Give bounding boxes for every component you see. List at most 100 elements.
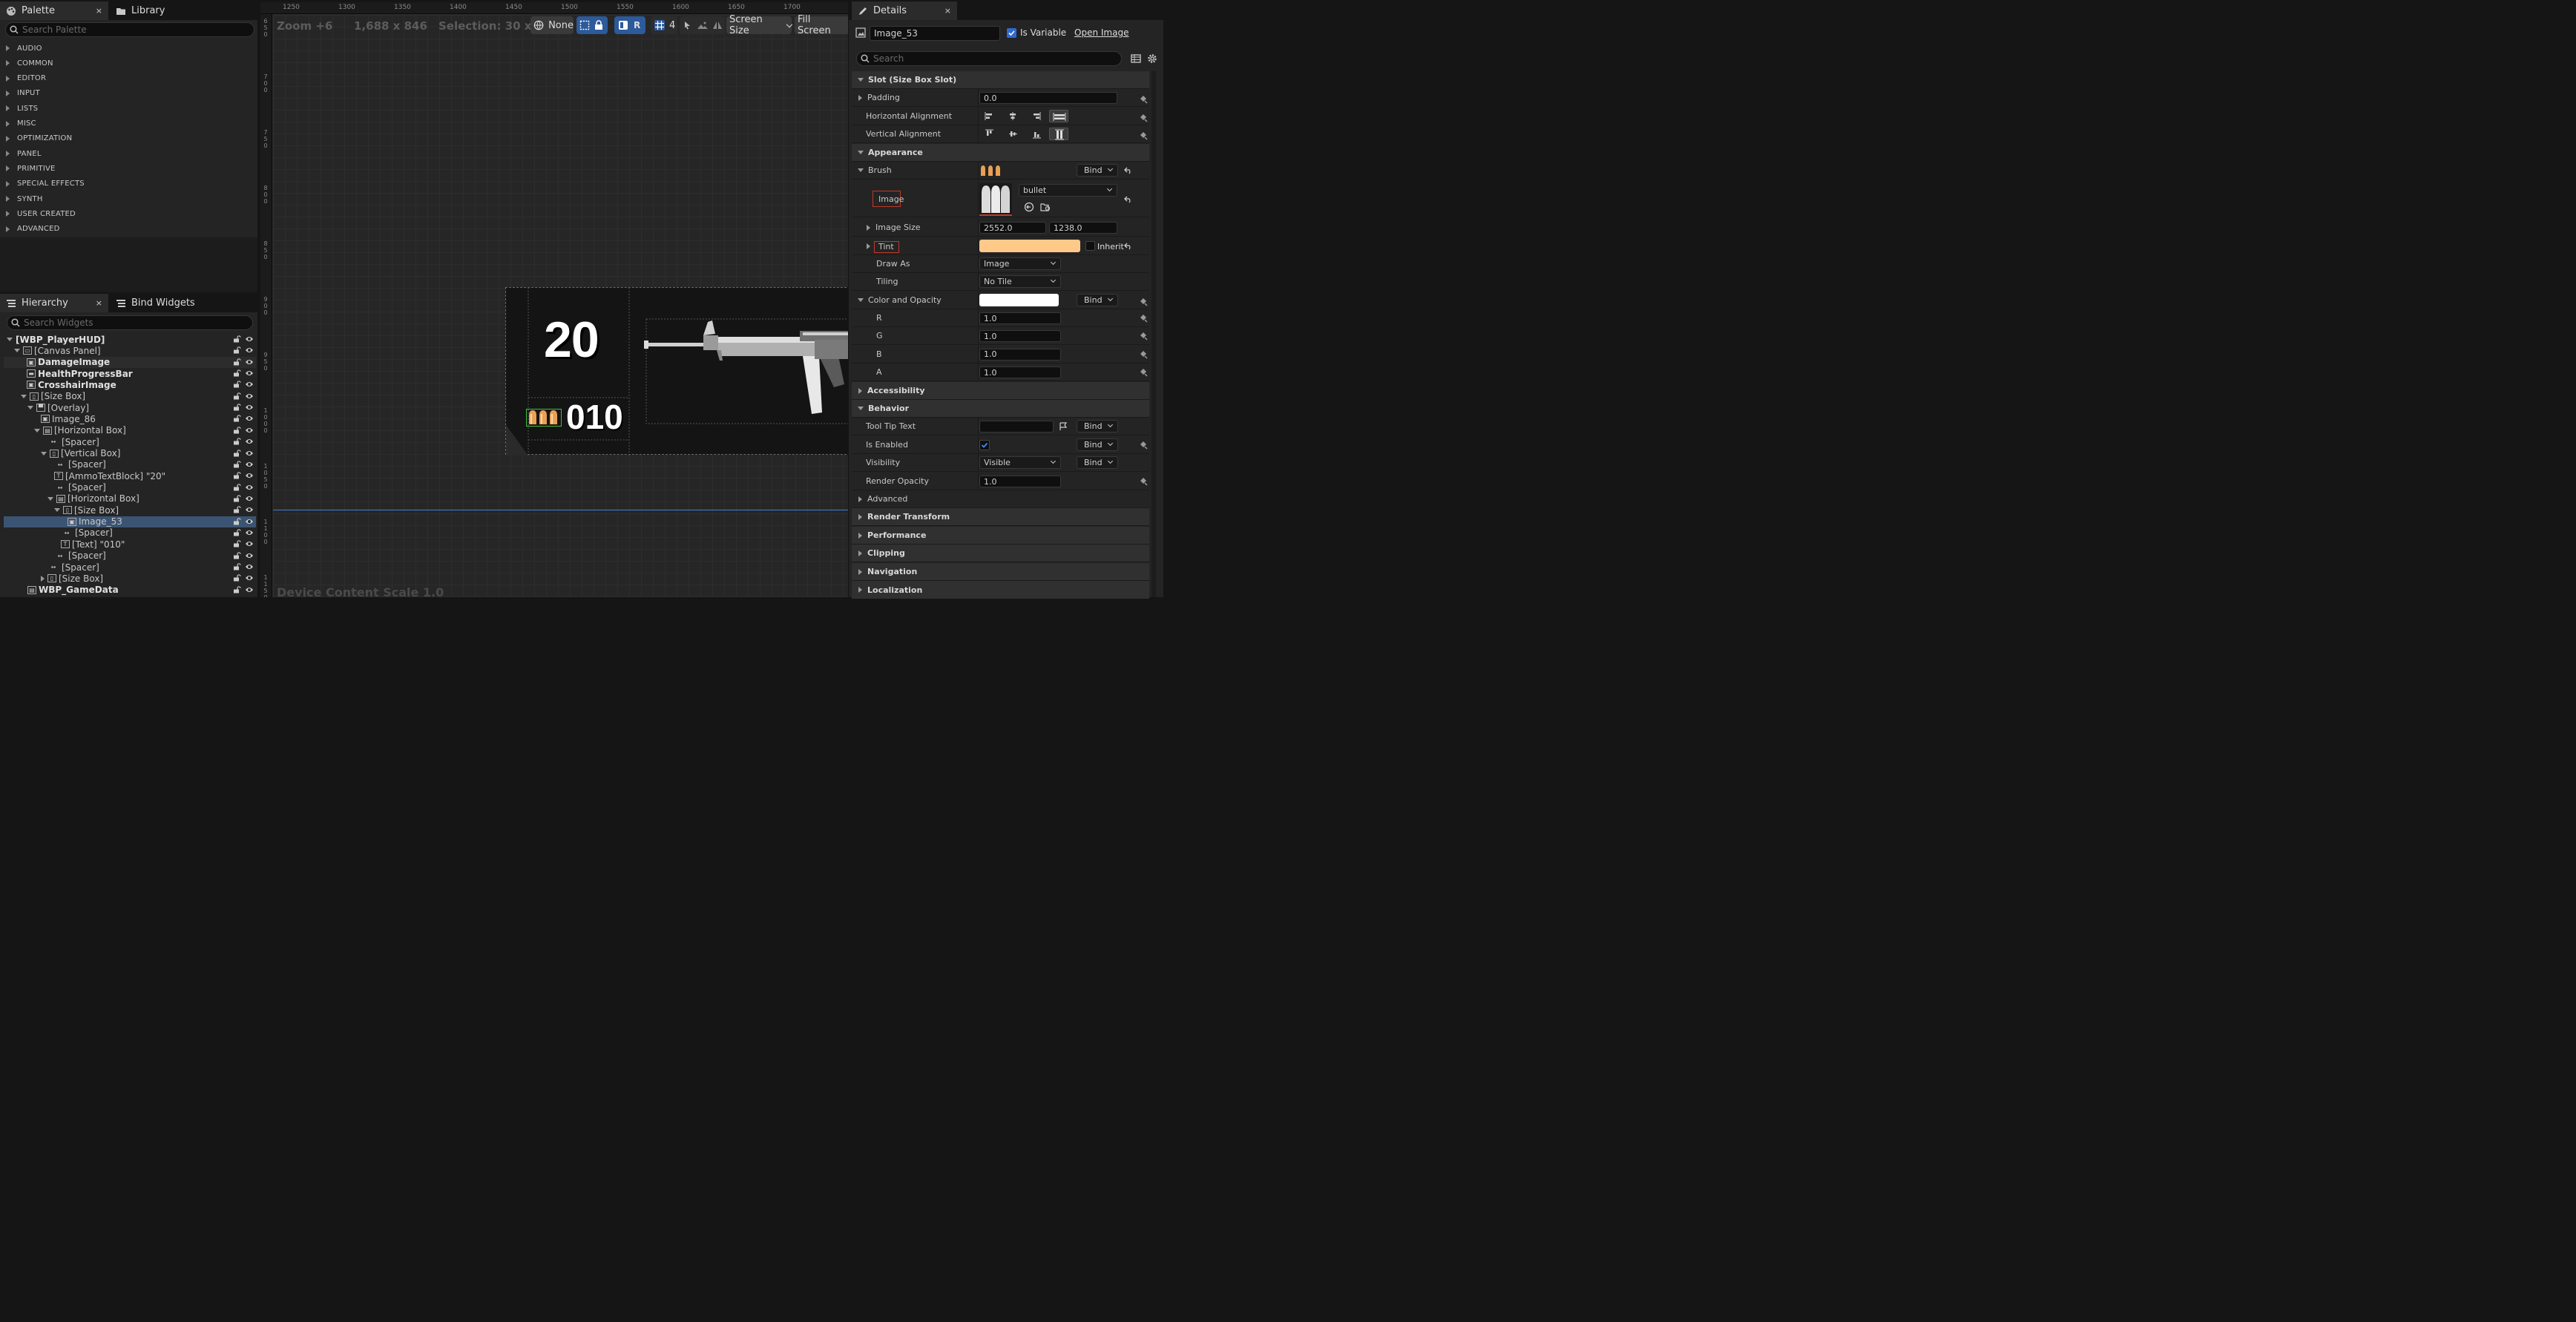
landscape-icon[interactable] bbox=[697, 20, 709, 30]
hierarchy-item[interactable]: ▬ HealthProgressBar bbox=[4, 368, 256, 379]
visibility-dropdown[interactable]: Visible bbox=[979, 456, 1061, 469]
eye-icon[interactable] bbox=[245, 335, 254, 343]
hierarchy-item[interactable]: ↔ [Spacer] bbox=[4, 550, 256, 562]
row-advanced[interactable]: Advanced bbox=[852, 490, 1149, 508]
details-search-input[interactable] bbox=[873, 53, 1121, 64]
unlock-icon[interactable] bbox=[233, 369, 241, 377]
close-icon[interactable]: × bbox=[944, 6, 951, 16]
unlock-icon[interactable] bbox=[233, 585, 241, 593]
hierarchy-item[interactable]: ↔ [Spacer] bbox=[4, 482, 256, 493]
grid-snap-group[interactable]: 4 bbox=[651, 16, 677, 34]
keyframe-icon[interactable] bbox=[1139, 332, 1148, 341]
palette-category[interactable]: OPTIMIZATION bbox=[0, 131, 257, 146]
keyframe-icon[interactable] bbox=[1139, 350, 1148, 359]
eye-icon[interactable] bbox=[245, 415, 254, 422]
eye-icon[interactable] bbox=[245, 438, 254, 445]
eye-icon[interactable] bbox=[245, 506, 254, 513]
palette-category[interactable]: EDITOR bbox=[0, 71, 257, 86]
hierarchy-item[interactable]: ↔ [Spacer] bbox=[4, 459, 256, 470]
unlock-icon[interactable] bbox=[233, 438, 241, 445]
palette-category[interactable]: COMMON bbox=[0, 56, 257, 70]
unlock-icon[interactable] bbox=[233, 551, 241, 559]
close-icon[interactable]: × bbox=[96, 6, 102, 16]
collapse-arrow-icon[interactable] bbox=[34, 428, 40, 433]
channel-r-field[interactable]: 1.0 bbox=[979, 312, 1061, 324]
render-opacity-field[interactable]: 1.0 bbox=[979, 476, 1061, 487]
eye-icon[interactable] bbox=[245, 346, 254, 354]
collapse-arrow-icon[interactable] bbox=[21, 394, 27, 398]
dashed-outline-icon[interactable] bbox=[579, 20, 590, 30]
lock-icon[interactable] bbox=[594, 20, 603, 30]
eye-icon[interactable] bbox=[245, 484, 254, 491]
section-localization[interactable]: Localization bbox=[852, 581, 1149, 599]
grid-icon[interactable] bbox=[654, 19, 666, 31]
browse-asset-icon[interactable] bbox=[1040, 202, 1051, 212]
unlock-icon[interactable] bbox=[233, 574, 241, 582]
hierarchy-item[interactable]: ▤ [Horizontal Box] bbox=[4, 425, 256, 436]
reset-arrow-icon[interactable] bbox=[1124, 243, 1133, 250]
palette-search-input[interactable] bbox=[22, 24, 254, 35]
hierarchy-item[interactable]: ▣ Image_86 bbox=[4, 413, 256, 424]
keyframe-icon[interactable] bbox=[1139, 95, 1148, 104]
palette-search[interactable] bbox=[5, 22, 254, 37]
section-accessibility[interactable]: Accessibility bbox=[852, 382, 1149, 400]
palette-category[interactable]: SYNTH bbox=[0, 191, 257, 206]
hierarchy-item[interactable]: ▭ [Canvas Panel] bbox=[4, 345, 256, 356]
v-align-top-button[interactable] bbox=[979, 128, 999, 140]
channel-a-field[interactable]: 1.0 bbox=[979, 366, 1061, 379]
details-scrollbar[interactable] bbox=[1151, 71, 1156, 597]
v-align-center-button[interactable] bbox=[1003, 128, 1022, 140]
channel-b-field[interactable]: 1.0 bbox=[979, 348, 1061, 361]
hierarchy-item[interactable]: ▣ Image_53 bbox=[4, 516, 256, 527]
v-align-fill-button[interactable] bbox=[1049, 128, 1068, 140]
hierarchy-item[interactable]: ▯ [Size Box] bbox=[4, 573, 256, 584]
section-appearance[interactable]: Appearance bbox=[852, 144, 1149, 162]
inherit-checkbox[interactable] bbox=[1085, 241, 1095, 251]
palette-category[interactable]: ADVANCED bbox=[0, 222, 257, 237]
tooltip-bind-dropdown[interactable]: Bind bbox=[1077, 420, 1118, 433]
respect-locks-label[interactable]: R bbox=[634, 20, 640, 30]
eye-icon[interactable] bbox=[245, 574, 254, 582]
outline-toggle-group[interactable] bbox=[576, 16, 608, 34]
unlock-icon[interactable] bbox=[233, 495, 241, 502]
is-variable-checkbox[interactable] bbox=[1007, 28, 1016, 38]
unlock-icon[interactable] bbox=[233, 506, 241, 513]
keyframe-icon[interactable] bbox=[1139, 314, 1148, 323]
tab-bind-widgets[interactable]: Bind Widgets bbox=[110, 294, 221, 312]
unlock-icon[interactable] bbox=[233, 483, 241, 491]
tooltip-field[interactable] bbox=[979, 421, 1054, 433]
color-opacity-swatch[interactable] bbox=[979, 294, 1059, 306]
hierarchy-item[interactable]: ▯ [Size Box] bbox=[4, 504, 256, 516]
keyframe-icon[interactable] bbox=[1139, 441, 1148, 450]
section-navigation[interactable]: Navigation bbox=[852, 563, 1149, 581]
tab-details[interactable]: Details × bbox=[852, 1, 957, 20]
designer-viewport[interactable]: 1250 1300 1350 1400 1450 1500 1550 1600 1650 1700… bbox=[260, 2, 848, 597]
tab-hierarchy[interactable]: Hierarchy × bbox=[0, 294, 108, 312]
section-slot[interactable]: Slot (Size Box Slot) bbox=[852, 71, 1149, 89]
unlock-icon[interactable] bbox=[233, 427, 241, 434]
unlock-icon[interactable] bbox=[233, 392, 241, 400]
unlock-icon[interactable] bbox=[233, 358, 241, 366]
hierarchy-item[interactable]: ▣ DamageImage bbox=[4, 356, 256, 368]
localization-preview-button[interactable]: None bbox=[530, 16, 574, 34]
eye-icon[interactable] bbox=[245, 381, 254, 388]
tab-palette[interactable]: Palette × bbox=[0, 1, 108, 20]
section-render-transform[interactable]: Render Transform bbox=[852, 508, 1149, 526]
collapse-arrow-icon[interactable] bbox=[858, 168, 864, 172]
section-behavior[interactable]: Behavior bbox=[852, 400, 1149, 418]
reserve-ammo-text[interactable]: 010 bbox=[566, 397, 623, 437]
keyframe-icon[interactable] bbox=[1139, 131, 1148, 140]
palette-category[interactable]: MISC bbox=[0, 116, 257, 131]
draw-as-dropdown[interactable]: Image bbox=[979, 257, 1061, 270]
selected-widget-outline[interactable] bbox=[526, 409, 562, 427]
image-asset-dropdown[interactable]: bullet bbox=[1019, 184, 1117, 197]
palette-category[interactable]: USER CREATED bbox=[0, 206, 257, 221]
collapse-arrow-icon[interactable] bbox=[27, 406, 33, 410]
hierarchy-search[interactable] bbox=[7, 315, 253, 330]
image-size-x-field[interactable]: 2552.0 bbox=[979, 222, 1046, 234]
expand-arrow-icon[interactable] bbox=[867, 224, 870, 231]
collapse-arrow-icon[interactable] bbox=[858, 298, 864, 302]
collapse-arrow-icon[interactable] bbox=[41, 451, 47, 456]
ammo-count-text[interactable]: 20 bbox=[544, 311, 599, 369]
image-thumbnail[interactable] bbox=[979, 183, 1012, 216]
